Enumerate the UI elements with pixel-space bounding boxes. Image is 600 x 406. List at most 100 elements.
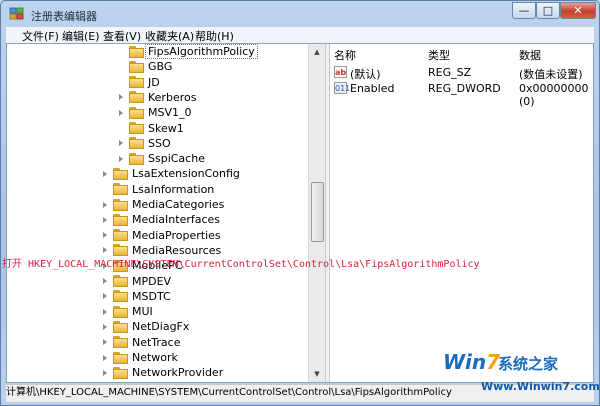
value-type: REG_DWORD bbox=[428, 82, 501, 95]
tree-node-label: MSDTC bbox=[132, 289, 171, 303]
folder-icon bbox=[129, 152, 144, 165]
expand-arrow-icon[interactable] bbox=[103, 293, 107, 300]
tree-node[interactable]: MSDTC bbox=[103, 289, 171, 304]
tree-node-label: LsaExtensionConfig bbox=[132, 167, 240, 181]
tree-node[interactable]: MediaInterfaces bbox=[103, 212, 220, 227]
expand-arrow-icon[interactable] bbox=[103, 369, 107, 376]
value-row-default[interactable]: ab (默认) REG_SZ (数值未设置) bbox=[329, 65, 594, 81]
tree-node[interactable]: NetworkProvider bbox=[103, 365, 223, 380]
regedit-icon bbox=[9, 7, 24, 20]
expand-arrow-icon[interactable] bbox=[103, 308, 107, 315]
maximize-button[interactable]: □ bbox=[536, 2, 560, 19]
folder-icon bbox=[129, 122, 144, 134]
tree-node[interactable]: GBG bbox=[119, 59, 172, 74]
menu-favorites[interactable]: 收藏夹(A) bbox=[145, 28, 194, 44]
expand-arrow-icon[interactable] bbox=[103, 216, 107, 223]
expand-arrow-icon[interactable] bbox=[103, 339, 107, 346]
minimize-button[interactable]: — bbox=[512, 2, 536, 19]
scroll-up-arrow-icon[interactable]: ▲ bbox=[309, 44, 325, 60]
tree-node[interactable]: JD bbox=[119, 75, 160, 90]
tree-node[interactable]: LsaInformation bbox=[103, 182, 214, 197]
tree-node[interactable]: SspiCache bbox=[119, 151, 205, 166]
expand-arrow-icon bbox=[119, 79, 123, 85]
tree-node-label: NetTrace bbox=[132, 335, 181, 349]
dword-value-icon: 011 bbox=[334, 82, 351, 94]
expand-arrow-icon[interactable] bbox=[103, 323, 107, 330]
tree-node-label: SspiCache bbox=[148, 152, 205, 166]
folder-icon bbox=[113, 290, 128, 303]
tree-node[interactable]: MUI bbox=[103, 304, 153, 319]
tree-node[interactable]: MediaCategories bbox=[103, 197, 224, 212]
folder-icon bbox=[129, 45, 144, 58]
tree-node-label: NetworkProvider bbox=[132, 366, 224, 380]
expand-arrow-icon bbox=[103, 186, 107, 192]
tree-node-label: MediaProperties bbox=[132, 228, 221, 242]
title-bar[interactable]: 注册表编辑器 — □ ✕ bbox=[1, 1, 599, 27]
expand-arrow-icon[interactable] bbox=[103, 247, 107, 254]
folder-icon bbox=[113, 183, 128, 196]
tree-node-label: Kerberos bbox=[148, 90, 197, 104]
tree-node[interactable]: LsaExtensionConfig bbox=[103, 166, 240, 181]
tree-node[interactable]: SSO bbox=[119, 136, 171, 151]
annotation-text: 打开 HKEY_LOCAL_MACHINE\SYSTEM\CurrentCont… bbox=[2, 259, 480, 270]
registry-editor-window: 注册表编辑器 — □ ✕ 文件(F) 编辑(E) 查看(V) 收藏夹(A) 帮助… bbox=[0, 0, 600, 406]
tree-node-label: MUI bbox=[132, 305, 153, 319]
tree-node[interactable]: Network bbox=[103, 350, 178, 365]
expand-arrow-icon[interactable] bbox=[119, 94, 123, 101]
tree-node[interactable]: MPDEV bbox=[103, 274, 171, 289]
main-content: NetworkProvider Network NetTrace NetDiagFx M… bbox=[6, 43, 594, 383]
tree-scrollbar[interactable]: ▲ ▼ bbox=[308, 44, 325, 382]
tree-node-label: MediaInterfaces bbox=[132, 213, 221, 227]
tree-node[interactable]: Skew1 bbox=[119, 121, 184, 136]
tree-node-label: Network bbox=[132, 351, 178, 364]
key-tree[interactable]: NetworkProvider Network NetTrace NetDiagFx M… bbox=[7, 44, 325, 382]
tree-node[interactable]: NetTrace bbox=[103, 335, 181, 350]
tree-node[interactable]: FipsAlgorithmPolicy bbox=[119, 44, 258, 59]
expand-arrow-icon[interactable] bbox=[103, 278, 107, 284]
folder-icon bbox=[129, 137, 144, 150]
expand-arrow-icon[interactable] bbox=[119, 155, 123, 162]
status-path: 计算机\HKEY_LOCAL_MACHINE\SYSTEM\CurrentCon… bbox=[6, 387, 452, 398]
menu-edit[interactable]: 编辑(E) bbox=[62, 28, 100, 44]
folder-icon bbox=[113, 167, 128, 180]
watermark-logo: Win7 系统之家 Www.Winwin7.com bbox=[443, 350, 600, 400]
folder-icon bbox=[113, 320, 128, 333]
column-name[interactable]: 名称 bbox=[334, 47, 356, 63]
expand-arrow-icon[interactable] bbox=[119, 140, 123, 147]
menu-file[interactable]: 文件(F) bbox=[22, 28, 59, 44]
expand-arrow-icon[interactable] bbox=[103, 354, 107, 361]
value-row-enabled[interactable]: 011 Enabled REG_DWORD 0x00000000 (0) bbox=[329, 81, 594, 108]
tree-node-label: JD bbox=[148, 75, 160, 89]
folder-icon bbox=[113, 336, 128, 349]
expand-arrow-icon bbox=[119, 49, 123, 55]
close-button[interactable]: ✕ bbox=[560, 2, 596, 19]
tree-node-label: MPDEV bbox=[132, 274, 172, 288]
value-data: 0x00000000 (0) bbox=[519, 82, 589, 108]
scroll-down-arrow-icon[interactable]: ▼ bbox=[309, 366, 325, 382]
tree-node[interactable]: NetDiagFx bbox=[103, 319, 189, 334]
scroll-thumb[interactable] bbox=[311, 182, 324, 242]
folder-icon bbox=[129, 76, 144, 89]
folder-icon bbox=[113, 198, 128, 211]
tree-node[interactable]: MSV1_0 bbox=[119, 105, 192, 120]
column-type[interactable]: 类型 bbox=[428, 47, 450, 63]
expand-arrow-icon[interactable] bbox=[103, 232, 107, 239]
tree-node[interactable]: Kerberos bbox=[119, 90, 196, 105]
expand-arrow-icon[interactable] bbox=[103, 170, 107, 177]
tree-node-label: GBG bbox=[148, 60, 173, 74]
window-title: 注册表编辑器 bbox=[31, 10, 97, 23]
expand-arrow-icon[interactable] bbox=[103, 201, 107, 208]
column-data[interactable]: 数据 bbox=[519, 47, 541, 63]
menu-bar: 文件(F) 编辑(E) 查看(V) 收藏夹(A) 帮助(H) bbox=[6, 27, 594, 43]
tree-node-label: Skew1 bbox=[148, 121, 184, 135]
menu-view[interactable]: 查看(V) bbox=[103, 28, 141, 44]
folder-icon bbox=[113, 213, 128, 226]
menu-help[interactable]: 帮助(H) bbox=[195, 28, 234, 44]
value-name: (默认) bbox=[350, 68, 381, 81]
tree-node[interactable]: MediaProperties bbox=[103, 228, 221, 243]
watermark-chinese: 系统之家 bbox=[498, 355, 559, 373]
value-name: Enabled bbox=[350, 82, 395, 95]
folder-icon bbox=[113, 366, 128, 379]
tree-node-label: MSV1_0 bbox=[148, 106, 192, 120]
expand-arrow-icon[interactable] bbox=[119, 109, 123, 116]
